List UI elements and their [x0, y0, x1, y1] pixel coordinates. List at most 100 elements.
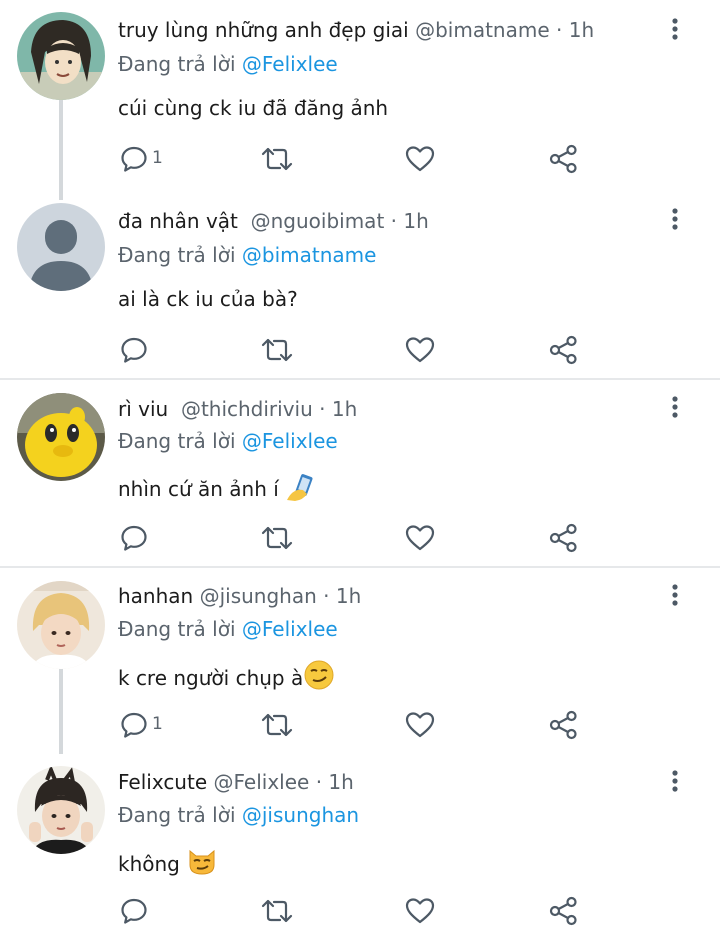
reply-bubble-icon: [121, 525, 147, 551]
more-vertical-icon: [672, 770, 678, 792]
more-vertical-icon: [672, 208, 678, 230]
display-name[interactable]: đa nhân vật: [118, 209, 238, 233]
more-vertical-icon: [672, 584, 678, 606]
share-button[interactable]: [549, 142, 579, 176]
tweet-2[interactable]: rì viu @thichdiriviu · 1h Đang trả lời @…: [0, 380, 720, 566]
more-options-button[interactable]: [666, 768, 684, 796]
like-button[interactable]: [405, 894, 437, 928]
blond-person-avatar: [17, 581, 105, 669]
default-user-avatar: [17, 203, 105, 291]
retweet-icon: [261, 147, 293, 171]
more-vertical-icon: [672, 396, 678, 418]
mention-link[interactable]: @bimatname: [242, 243, 377, 267]
more-options-button[interactable]: [666, 206, 684, 234]
replying-to: Đang trả lời @Felixlee: [118, 616, 338, 642]
heart-icon: [405, 525, 435, 551]
more-options-button[interactable]: [666, 16, 684, 44]
replying-to-label: Đang trả lời: [118, 617, 236, 641]
mention-link[interactable]: @Felixlee: [242, 429, 338, 453]
timestamp: · 1h: [556, 18, 595, 42]
handle[interactable]: @Felixlee: [214, 770, 310, 794]
replying-to: Đang trả lời @Felixlee: [118, 51, 338, 77]
more-options-button[interactable]: [666, 582, 684, 610]
handle[interactable]: @thichdiriviu: [181, 397, 313, 421]
share-button[interactable]: [549, 894, 579, 928]
replying-to: Đang trả lời @bimatname: [118, 242, 376, 268]
mention-link[interactable]: @Felixlee: [242, 617, 338, 641]
display-name[interactable]: Felixcute: [118, 770, 207, 794]
selfie-emoji-icon: [287, 474, 313, 501]
tweet-text-row: không: [118, 845, 218, 878]
tweet-text: ai là ck iu của bà?: [118, 287, 298, 311]
handle[interactable]: @jisunghan: [200, 584, 317, 608]
share-icon: [549, 710, 577, 740]
reply-button[interactable]: [120, 333, 180, 367]
avatar[interactable]: [17, 203, 105, 291]
timestamp: · 1h: [390, 209, 429, 233]
avatar[interactable]: [17, 766, 105, 854]
action-bar: 1: [0, 708, 720, 742]
retweet-button[interactable]: [260, 333, 296, 367]
share-icon: [549, 144, 577, 174]
handle[interactable]: @nguoibimat: [251, 209, 385, 233]
retweet-icon: [261, 713, 293, 737]
tweet-4[interactable]: Felixcute @Felixlee · 1h Đang trả lời @j…: [0, 754, 720, 929]
display-name[interactable]: truy lùng những anh đẹp giai: [118, 18, 409, 42]
like-button[interactable]: [405, 708, 437, 742]
reply-button[interactable]: 1: [120, 708, 180, 742]
reply-count: 1: [152, 148, 163, 168]
like-button[interactable]: [405, 142, 437, 176]
share-icon: [549, 523, 577, 553]
reply-bubble-icon: [121, 898, 147, 924]
avatar[interactable]: [17, 12, 105, 100]
replying-to-label: Đang trả lời: [118, 243, 236, 267]
display-name[interactable]: hanhan: [118, 584, 193, 608]
tweet-1[interactable]: đa nhân vật @nguoibimat · 1h Đang trả lờ…: [0, 188, 720, 378]
action-bar: 1: [0, 142, 720, 176]
share-button[interactable]: [549, 521, 579, 555]
tweet-text-row: k cre người chụp à: [118, 659, 335, 692]
retweet-button[interactable]: [260, 521, 296, 555]
like-button[interactable]: [405, 333, 437, 367]
retweet-button[interactable]: [260, 142, 296, 176]
timestamp: · 1h: [319, 397, 358, 421]
reply-button[interactable]: [120, 521, 180, 555]
share-button[interactable]: [549, 333, 579, 367]
replying-to-label: Đang trả lời: [118, 803, 236, 827]
replying-to: Đang trả lời @jisunghan: [118, 802, 359, 828]
smirk-cat-emoji-icon: [189, 849, 215, 875]
tweet-3[interactable]: hanhan @jisunghan · 1h Đang trả lời @Fel…: [0, 568, 720, 754]
tweet-text: nhìn cứ ăn ảnh í: [118, 477, 279, 501]
share-icon: [549, 335, 577, 365]
handle[interactable]: @bimatname: [415, 18, 550, 42]
tweet-text-row: nhìn cứ ăn ảnh í: [118, 472, 315, 503]
reply-button[interactable]: 1: [120, 142, 180, 176]
retweet-button[interactable]: [260, 708, 296, 742]
tweet-text: không: [118, 852, 180, 876]
timestamp: · 1h: [323, 584, 362, 608]
tweet-header: truy lùng những anh đẹp giai @bimatname …: [118, 17, 594, 43]
mention-link[interactable]: @jisunghan: [242, 803, 359, 827]
tweet-text: k cre người chụp à: [118, 666, 304, 690]
heart-icon: [405, 712, 435, 738]
tweet-header: rì viu @thichdiriviu · 1h: [118, 396, 357, 422]
display-name[interactable]: rì viu: [118, 397, 168, 421]
retweet-icon: [261, 899, 293, 923]
more-options-button[interactable]: [666, 394, 684, 422]
like-button[interactable]: [405, 521, 437, 555]
retweet-icon: [261, 338, 293, 362]
replying-to-label: Đang trả lời: [118, 429, 236, 453]
reply-button[interactable]: [120, 894, 180, 928]
avatar[interactable]: [17, 393, 105, 481]
reply-count: 1: [152, 714, 163, 734]
heart-icon: [405, 146, 435, 172]
avatar[interactable]: [17, 581, 105, 669]
person-photo-avatar: [17, 766, 105, 854]
share-button[interactable]: [549, 708, 579, 742]
retweet-button[interactable]: [260, 894, 296, 928]
timestamp: · 1h: [315, 770, 354, 794]
replying-to-label: Đang trả lời: [118, 52, 236, 76]
tweet-text: cúi cùng ck iu đã đăng ảnh: [118, 96, 389, 120]
tweet-0[interactable]: truy lùng những anh đẹp giai @bimatname …: [0, 0, 720, 200]
mention-link[interactable]: @Felixlee: [242, 52, 338, 76]
